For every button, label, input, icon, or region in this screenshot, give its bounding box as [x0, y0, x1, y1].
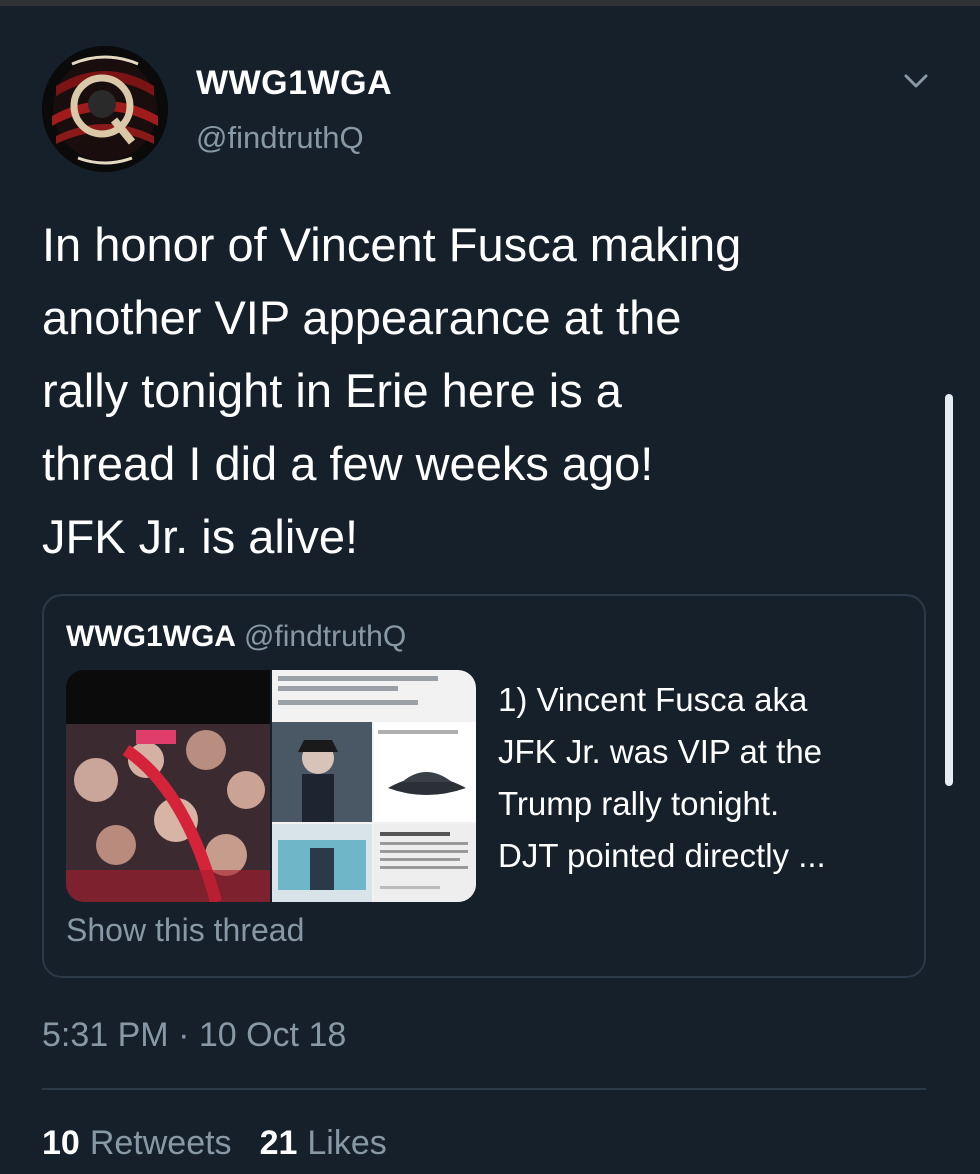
likes-count: 21 — [259, 1124, 298, 1162]
likes-label: Likes — [307, 1124, 387, 1162]
quoted-tweet-media-thumbnail[interactable] — [66, 670, 476, 902]
tweet-stats: 10 Retweets 21 Likes — [42, 1124, 387, 1163]
chevron-down-icon[interactable] — [898, 66, 934, 96]
author-avatar[interactable] — [42, 46, 168, 172]
scrollbar-thumb[interactable] — [945, 394, 953, 786]
quoted-author-name: WWG1WGA — [66, 620, 236, 653]
stats-divider — [42, 1088, 926, 1090]
quoted-tweet-text: 1) Vincent Fusca aka JFK Jr. was VIP at … — [498, 681, 826, 874]
media-collage-image — [66, 670, 476, 902]
avatar-q-logo-image — [42, 46, 168, 172]
tweet-detail: WWG1WGA @findtruthQ In honor of Vincent … — [0, 6, 980, 1174]
quoted-tweet-card[interactable]: WWG1WGA @findtruthQ 1) Vincent Fusca aka… — [42, 594, 926, 978]
tweet-text: In honor of Vincent Fusca making another… — [42, 218, 742, 563]
author-handle[interactable]: @findtruthQ — [196, 120, 364, 156]
retweets-stat[interactable]: 10 Retweets — [42, 1124, 232, 1162]
likes-stat[interactable]: 21 Likes — [260, 1124, 387, 1162]
retweets-count: 10 — [42, 1124, 80, 1162]
tweet-timestamp[interactable]: 5:31 PM · 10 Oct 18 — [42, 1016, 346, 1055]
author-name[interactable]: WWG1WGA — [196, 64, 392, 103]
quoted-author-handle: @findtruthQ — [243, 620, 407, 653]
retweets-label: Retweets — [89, 1124, 232, 1162]
show-thread-link[interactable]: Show this thread — [66, 912, 304, 949]
quoted-tweet-header: WWG1WGA @findtruthQ — [66, 620, 406, 654]
